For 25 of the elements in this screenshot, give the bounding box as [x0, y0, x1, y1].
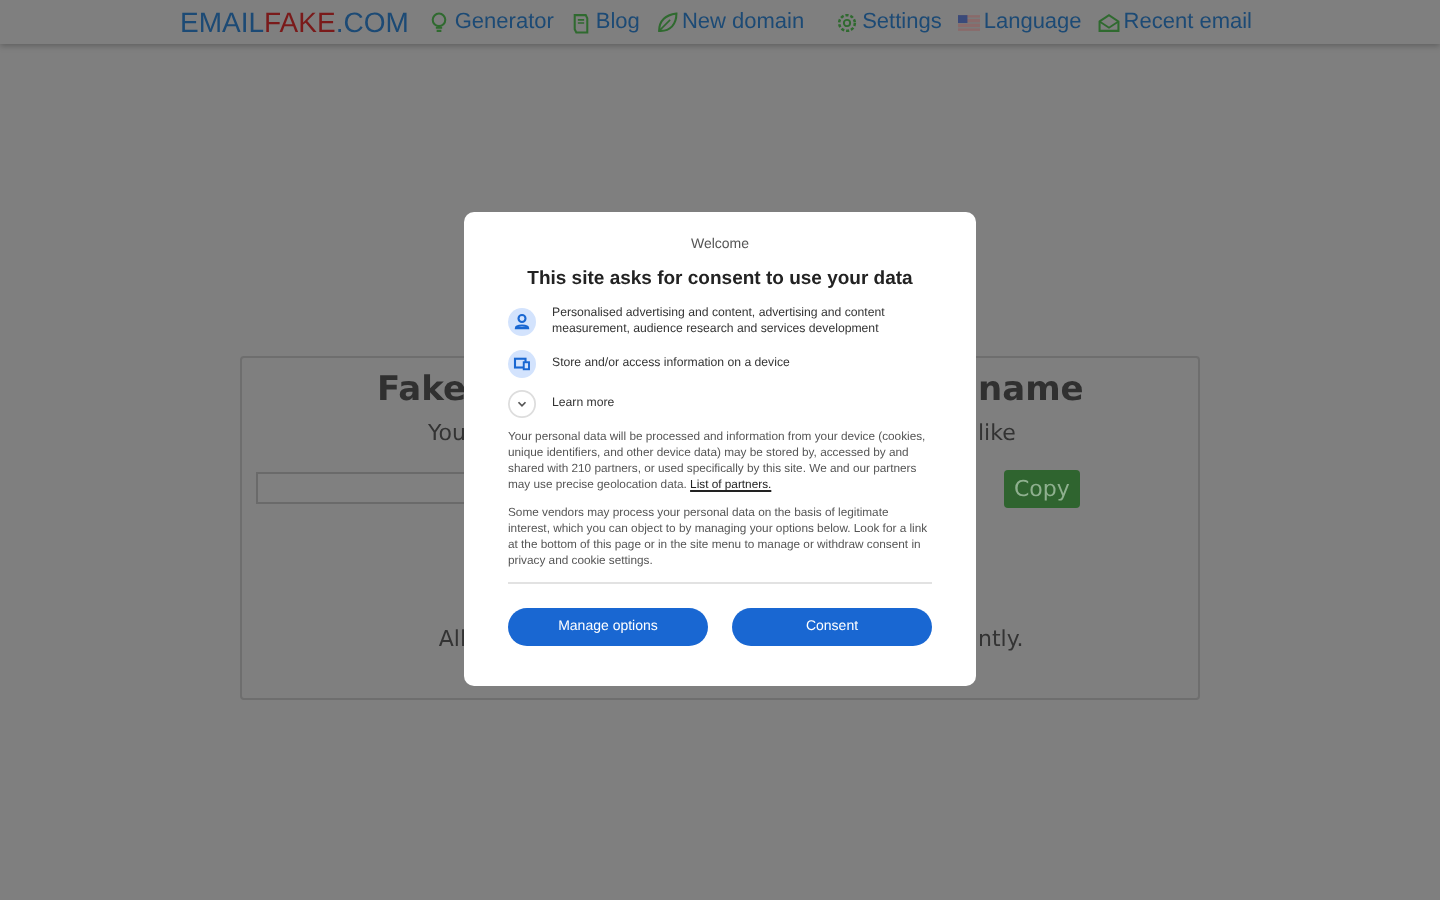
- book-icon: [569, 11, 592, 33]
- nav-link[interactable]: Generator: [428, 10, 554, 34]
- footer-text: ntly.: [978, 626, 1024, 652]
- leaf-icon: [655, 11, 678, 33]
- envelope-icon: [1097, 11, 1120, 33]
- dialog-title: This site asks for consent to use your data: [527, 268, 913, 290]
- device-icon: [508, 350, 536, 378]
- chevron-icon[interactable]: [508, 390, 536, 418]
- flag-icon: [957, 11, 980, 33]
- subtitle-text: like: [978, 419, 1016, 445]
- nav-link[interactable]: New domain: [655, 10, 805, 34]
- copy-button[interactable]: Copy: [1004, 469, 1080, 507]
- site-logo[interactable]: EMAILFAKE.COM: [180, 6, 409, 38]
- nav-link[interactable]: Blog: [569, 10, 640, 34]
- page-heading: Fake: [377, 370, 466, 410]
- person-icon: [508, 308, 536, 336]
- nav-link[interactable]: Settings: [836, 10, 942, 34]
- nav-link[interactable]: Language: [957, 10, 1082, 34]
- nav-link[interactable]: Recent email: [1097, 10, 1252, 34]
- gear-icon: [836, 11, 859, 33]
- email-field[interactable]: [256, 472, 466, 504]
- page-heading: name: [978, 370, 1084, 410]
- lightbulb-icon: [428, 11, 451, 33]
- footer-text: All: [438, 626, 466, 652]
- subtitle-text: You: [428, 419, 466, 445]
